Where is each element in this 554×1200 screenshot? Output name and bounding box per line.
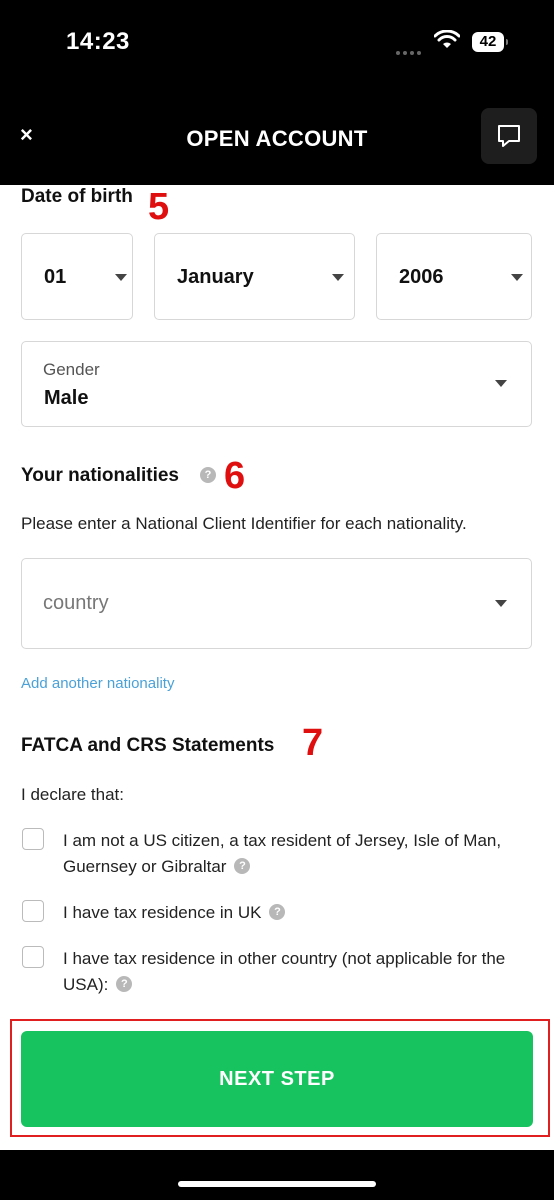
step-number-6: 6 xyxy=(224,455,246,497)
fatca-item-1: I am not a US citizen, a tax resident of… xyxy=(22,828,532,880)
nationalities-title: Your nationalities xyxy=(21,465,180,486)
gender-label: Gender xyxy=(43,360,100,379)
year-select[interactable]: 2006 xyxy=(376,233,532,320)
day-select[interactable]: 01 xyxy=(21,233,133,320)
chat-icon xyxy=(498,125,520,147)
checkbox-label: I have tax residence in UK? xyxy=(63,900,533,926)
app-header: × OPEN ACCOUNT xyxy=(0,80,554,185)
fatca-title: FATCA and CRS Statements xyxy=(21,735,275,756)
chevron-down-icon xyxy=(495,600,507,607)
step-number-5: 5 xyxy=(148,186,170,228)
chevron-down-icon xyxy=(495,380,507,387)
fatca-intro: I declare that: xyxy=(21,785,125,804)
status-time: 14:23 xyxy=(66,28,130,55)
checkbox[interactable] xyxy=(22,946,44,968)
country-placeholder: country xyxy=(43,592,109,614)
chevron-down-icon xyxy=(511,274,523,281)
month-select[interactable]: January xyxy=(154,233,355,320)
help-icon[interactable]: ? xyxy=(234,857,251,874)
battery-icon: 42 xyxy=(472,32,508,52)
fatca-item-2: I have tax residence in UK? xyxy=(22,900,532,926)
checkbox-label: I am not a US citizen, a tax resident of… xyxy=(63,831,502,876)
country-select[interactable]: country xyxy=(21,558,532,649)
help-icon[interactable]: ? xyxy=(200,467,216,483)
fatca-item-3: I have tax residence in other country (n… xyxy=(22,946,532,998)
month-value: January xyxy=(177,266,254,288)
status-bar: 14:23 42 xyxy=(0,0,554,80)
next-step-button[interactable]: NEXT STEP xyxy=(21,1031,533,1127)
bottom-bar xyxy=(0,1150,554,1200)
chevron-down-icon xyxy=(115,274,127,281)
chevron-down-icon xyxy=(332,274,344,281)
nationalities-description: Please enter a National Client Identifie… xyxy=(21,514,467,533)
day-value: 01 xyxy=(44,266,67,288)
year-value: 2006 xyxy=(399,266,444,288)
chat-button[interactable] xyxy=(481,108,537,164)
add-nationality-link[interactable]: Add another nationality xyxy=(21,675,174,692)
dob-title: Date of birth xyxy=(21,186,133,207)
checkbox[interactable] xyxy=(22,828,44,850)
gender-select[interactable]: Gender Male xyxy=(21,341,532,427)
checkbox-label: I have tax residence in other country (n… xyxy=(63,949,506,994)
checkbox[interactable] xyxy=(22,900,44,922)
help-icon[interactable]: ? xyxy=(116,975,133,992)
page-title: OPEN ACCOUNT xyxy=(186,126,368,151)
wifi-icon xyxy=(433,29,461,55)
gender-value: Male xyxy=(44,387,89,409)
help-icon[interactable]: ? xyxy=(269,903,286,920)
cellular-signal-icon xyxy=(396,42,424,60)
home-indicator[interactable] xyxy=(178,1181,376,1187)
step-number-7: 7 xyxy=(302,722,324,764)
